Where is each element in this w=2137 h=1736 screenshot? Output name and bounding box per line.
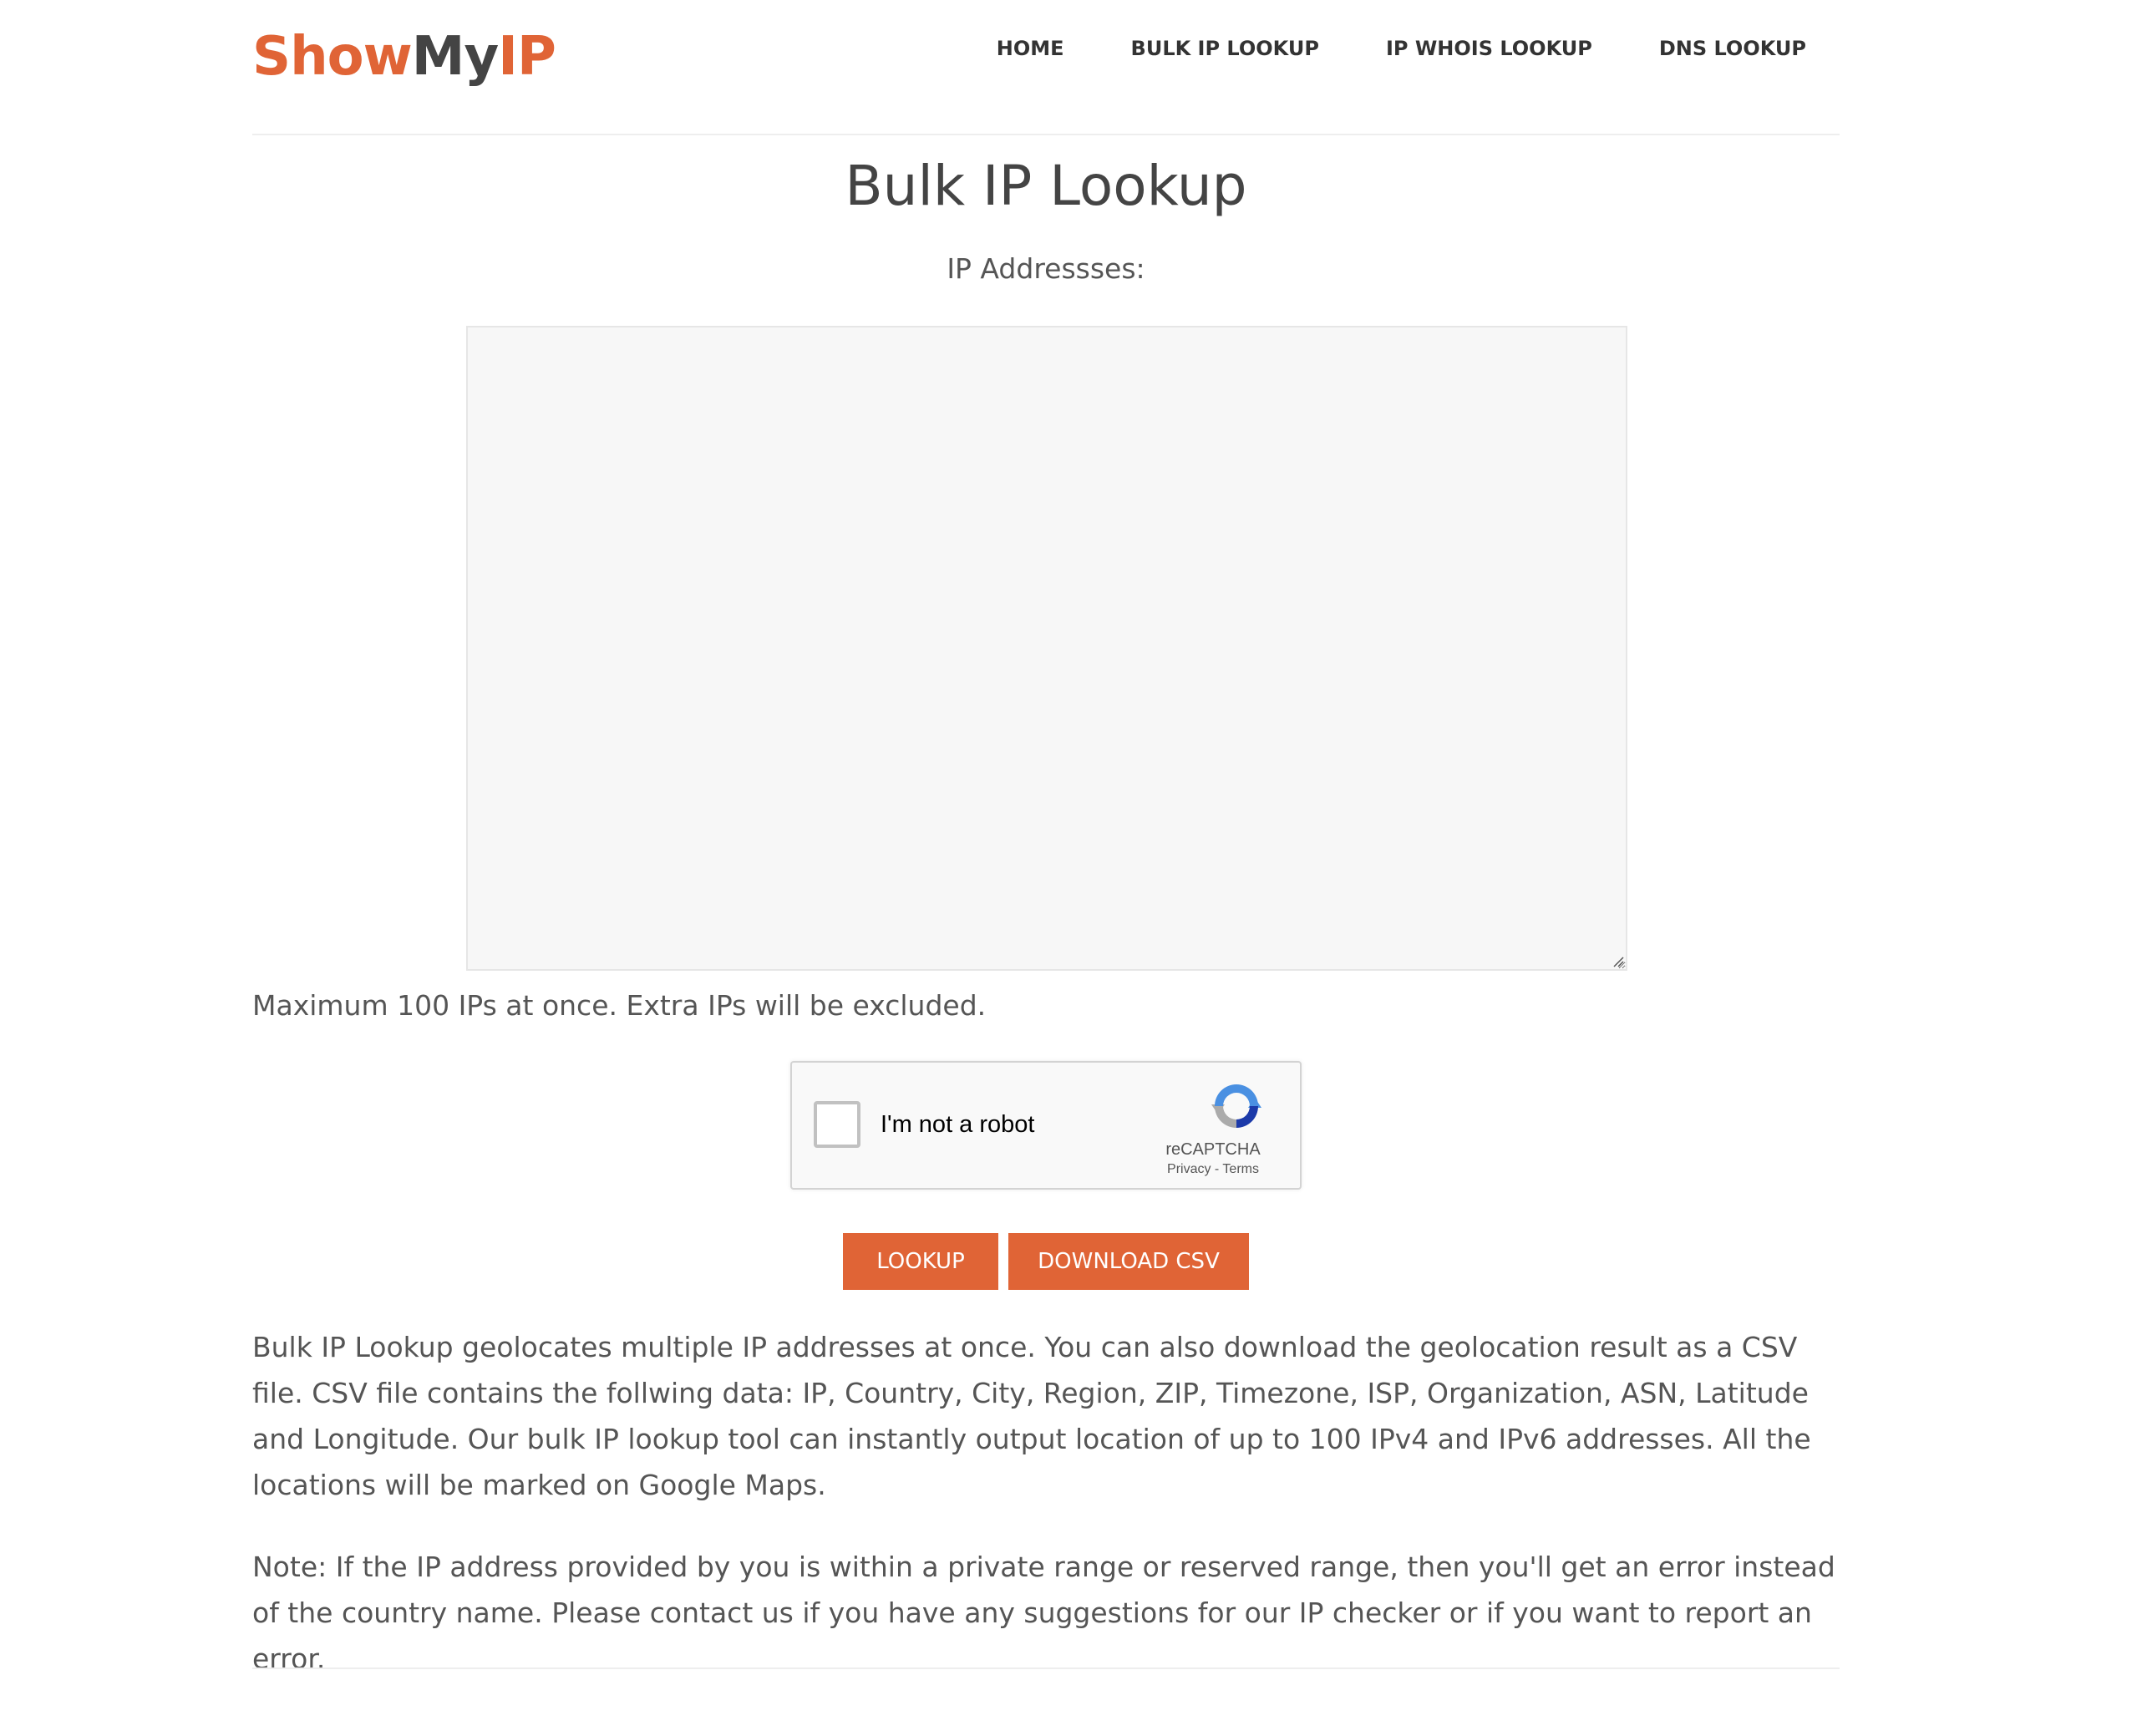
download-csv-button[interactable]: DOWNLOAD CSV <box>1008 1233 1249 1290</box>
recaptcha-checkbox[interactable] <box>814 1101 860 1148</box>
action-buttons: LOOKUP DOWNLOAD CSV <box>252 1233 1840 1290</box>
recaptcha-label: I'm not a robot <box>881 1111 1035 1138</box>
recaptcha-brand: reCAPTCHA <box>1165 1140 1261 1159</box>
nav-home[interactable]: HOME <box>997 33 1064 63</box>
page-title: Bulk IP Lookup <box>845 154 1247 218</box>
main-nav: HOME BULK IP LOOKUP IP WHOIS LOOKUP DNS … <box>997 33 1806 63</box>
nav-bulk-ip-lookup[interactable]: BULK IP LOOKUP <box>1131 33 1319 63</box>
recaptcha-privacy-terms[interactable]: Privacy - Terms <box>1146 1161 1280 1178</box>
site-logo[interactable]: ShowMyIP <box>252 23 556 90</box>
logo-ip: IP <box>498 26 556 88</box>
logo-show: Show <box>252 26 413 88</box>
recaptcha-widget: I'm not a robot reCAPTCHA Privacy - Term… <box>790 1061 1302 1190</box>
resize-handle-icon[interactable] <box>1612 956 1624 967</box>
footer-divider <box>252 1667 1840 1669</box>
ip-addresses-label: IP Addressses: <box>947 252 1145 285</box>
lookup-button[interactable]: LOOKUP <box>843 1233 998 1290</box>
note-paragraph: Note: If the IP address provided by you … <box>252 1551 1835 1675</box>
nav-dns-lookup[interactable]: DNS LOOKUP <box>1659 33 1806 63</box>
description-paragraph: Bulk IP Lookup geolocates multiple IP ad… <box>252 1331 1811 1501</box>
logo-my: My <box>411 26 499 88</box>
nav-ip-whois-lookup[interactable]: IP WHOIS LOOKUP <box>1386 33 1592 63</box>
page-container: ShowMyIP HOME BULK IP LOOKUP IP WHOIS LO… <box>252 0 1840 1675</box>
site-header: ShowMyIP HOME BULK IP LOOKUP IP WHOIS LO… <box>252 0 1840 135</box>
ip-addresses-textarea[interactable] <box>466 326 1627 971</box>
recaptcha-logo-icon <box>1211 1084 1261 1128</box>
max-ips-note: Maximum 100 IPs at once. Extra IPs will … <box>252 989 987 1022</box>
